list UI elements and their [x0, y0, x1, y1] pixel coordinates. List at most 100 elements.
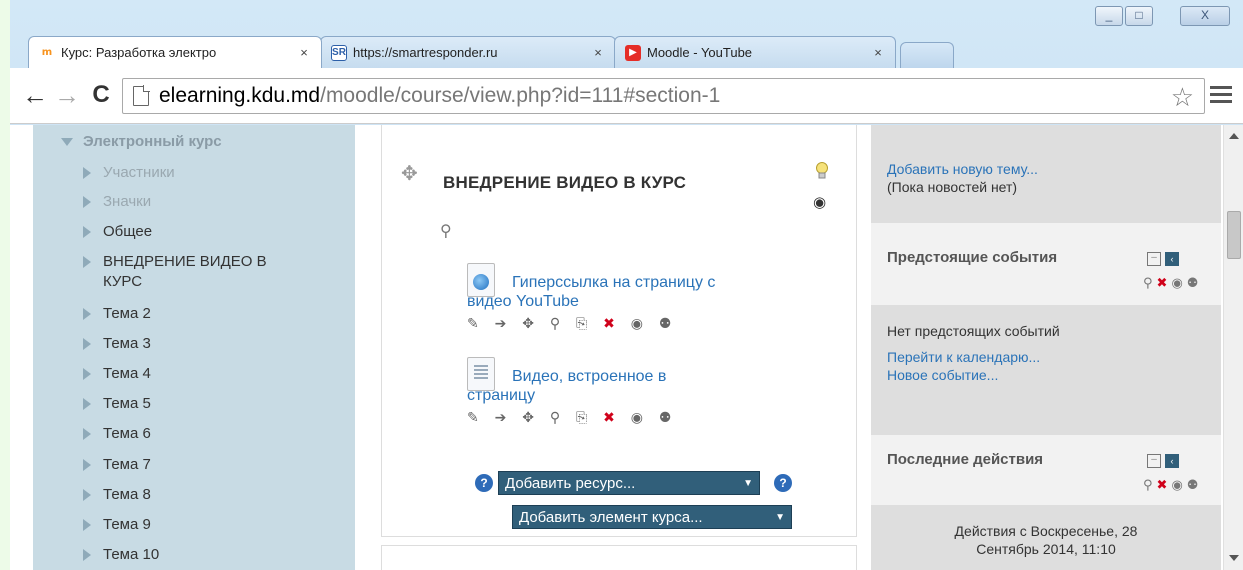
add-resource-label: Добавить ресурс... [505, 475, 636, 492]
delete-icon[interactable]: ✖ [603, 409, 621, 425]
page-resource-icon [467, 357, 495, 391]
nav-course-heading[interactable]: Электронный курс [61, 133, 222, 150]
expand-arrow-icon [83, 256, 91, 269]
no-events-text: Нет предстоящих событий [887, 323, 1060, 339]
address-bar[interactable]: elearning.kdu.md/moodle/course/view.php?… [122, 78, 1205, 114]
forward-arrow-icon[interactable]: → [52, 78, 82, 114]
tab-close-icon[interactable]: × [591, 45, 605, 60]
wrench-icon[interactable]: ⚲ [440, 221, 452, 241]
dropdown-caret-icon: ▼ [743, 478, 753, 489]
dropdown-caret-icon: ▼ [775, 512, 785, 523]
tab-close-icon[interactable]: × [871, 45, 885, 60]
url-path: /moodle/course/view.php?id=111#section-1 [320, 84, 721, 107]
calendar-link[interactable]: Перейти к календарю... [887, 349, 1040, 365]
nav-item-general[interactable]: Общее [83, 223, 152, 240]
expand-arrow-icon [83, 338, 91, 351]
block-edit-tools[interactable]: ⚲✖◉⚉ [1143, 275, 1202, 291]
scroll-down-arrow-icon[interactable] [1229, 555, 1239, 561]
nav-item-topic-5[interactable]: Тема 5 [83, 395, 151, 412]
youtube-icon: ▶ [625, 44, 641, 61]
nav-item-participants[interactable]: Участники [83, 164, 175, 181]
collapse-block-icon[interactable]: – [1147, 453, 1161, 468]
nav-item-label: Тема 4 [103, 365, 151, 382]
highlight-bulb-icon[interactable] [815, 162, 829, 180]
nav-item-label: Тема 3 [103, 335, 151, 352]
vertical-scrollbar[interactable] [1223, 125, 1243, 570]
move-icon[interactable]: ✥ [401, 161, 418, 186]
back-arrow-icon[interactable]: ← [20, 78, 50, 114]
nav-item-topic-7[interactable]: Тема 7 [83, 456, 151, 473]
help-icon[interactable]: ? [475, 474, 493, 492]
eye-icon[interactable]: ◉ [813, 193, 826, 211]
add-topic-link[interactable]: Добавить новую тему... [887, 161, 1038, 177]
dock-block-icon[interactable]: ‹ [1165, 453, 1179, 468]
hamburger-menu-icon[interactable] [1210, 82, 1232, 108]
window-close-button[interactable]: X [1180, 6, 1230, 26]
block-controls[interactable]: – ‹ [1147, 453, 1179, 468]
nav-item-label: Тема 8 [103, 486, 151, 503]
collapse-block-icon[interactable]: – [1147, 251, 1161, 266]
nav-item-topic-6[interactable]: Тема 6 [83, 425, 151, 442]
tab-smartresponder[interactable]: SR https://smartresponder.ru × [320, 36, 616, 68]
activity-edit-icons[interactable]: ✎ ➔ ✥ ⚲ ⎘ ✖ ◉ ⚉ [467, 315, 677, 332]
eye-icon: ◉ [1171, 477, 1187, 492]
nav-item-topic-4[interactable]: Тема 4 [83, 365, 151, 382]
nav-item-section-video-cont[interactable]: КУРС [103, 273, 142, 290]
add-activity-select[interactable]: Добавить элемент курса... ▼ [512, 505, 792, 529]
window-maximize-button[interactable]: □ [1125, 6, 1153, 26]
dock-block-icon[interactable]: ‹ [1165, 251, 1179, 266]
reload-icon[interactable]: C [86, 78, 116, 114]
expand-arrow-icon [83, 196, 91, 209]
block-edit-tools[interactable]: ⚲✖◉⚉ [1143, 477, 1202, 493]
activity-link-youtube[interactable]: Гиперссылка на страницу с [512, 273, 812, 293]
recent-block-body: Действия с Воскресенье, 28 Сентябрь 2014… [871, 505, 1221, 570]
tab-course[interactable]: ⅿ Курс: Разработка электро × [28, 36, 322, 68]
nav-item-topic-2[interactable]: Тема 2 [83, 305, 151, 322]
activity-edit-icons[interactable]: ✎ ➔ ✥ ⚲ ⎘ ✖ ◉ ⚉ [467, 409, 677, 426]
nav-item-badges[interactable]: Значки [83, 193, 151, 210]
help-icon[interactable]: ? [774, 474, 792, 492]
next-section [381, 545, 857, 570]
assign-roles-icon[interactable]: ⚉ [659, 409, 678, 425]
nav-item-label: Тема 6 [103, 425, 151, 442]
eye-icon[interactable]: ◉ [631, 409, 649, 425]
scroll-up-arrow-icon[interactable] [1229, 133, 1239, 139]
tab-label: Курс: Разработка электро [61, 45, 217, 60]
delete-icon[interactable]: ✖ [603, 315, 621, 331]
moodle-icon: ⅿ [41, 47, 53, 58]
nav-item-label: КУРС [103, 273, 143, 290]
wrench-icon: ⚲ [1143, 477, 1157, 492]
tab-close-icon[interactable]: × [297, 45, 311, 60]
tab-youtube[interactable]: ▶ Moodle - YouTube × [614, 36, 896, 68]
tab-label: Moodle - YouTube [647, 45, 753, 60]
nav-item-label: ВНЕДРЕНИЕ ВИДЕО В [103, 253, 267, 270]
new-event-link[interactable]: Новое событие... [887, 367, 998, 383]
nav-item-section-video[interactable]: ВНЕДРЕНИЕ ВИДЕО В [83, 253, 267, 270]
expand-arrow-icon [83, 308, 91, 321]
nav-item-label: Тема 5 [103, 395, 151, 412]
nav-item-topic-8[interactable]: Тема 8 [83, 486, 151, 503]
block-controls[interactable]: – ‹ [1147, 251, 1179, 266]
upcoming-block-header: Предстоящие события – ‹ ⚲✖◉⚉ [871, 235, 1221, 303]
expand-arrow-icon [83, 549, 91, 562]
add-resource-select[interactable]: Добавить ресурс... ▼ [498, 471, 760, 495]
nav-item-topic-3[interactable]: Тема 3 [83, 335, 151, 352]
bookmark-star-icon[interactable]: ☆ [1171, 82, 1194, 113]
assign-roles-icon: ⚉ [1186, 275, 1203, 290]
window-minimize-button[interactable]: _ [1095, 6, 1123, 26]
new-tab-button[interactable] [900, 42, 954, 68]
activity-link-embedded-video[interactable]: Видео, встроенное в [512, 367, 812, 387]
nav-item-label: Значки [103, 193, 152, 210]
scroll-thumb[interactable] [1227, 211, 1241, 259]
activity-link-youtube-cont[interactable]: видео YouTube [467, 293, 579, 311]
nav-item-topic-10[interactable]: Тема 10 [83, 546, 159, 563]
eye-icon[interactable]: ◉ [631, 315, 649, 331]
edit-tool-icons[interactable]: ✎ ➔ ✥ ⚲ ⎘ [467, 409, 593, 425]
nav-heading-label: Электронный курс [83, 133, 222, 150]
activity-link-embedded-video-cont[interactable]: страницу [467, 387, 535, 405]
assign-roles-icon[interactable]: ⚉ [659, 315, 678, 331]
url-resource-icon [467, 263, 495, 297]
nav-item-topic-9[interactable]: Тема 9 [83, 516, 151, 533]
section-title: ВНЕДРЕНИЕ ВИДЕО В КУРС [443, 173, 687, 192]
edit-tool-icons[interactable]: ✎ ➔ ✥ ⚲ ⎘ [467, 315, 593, 331]
